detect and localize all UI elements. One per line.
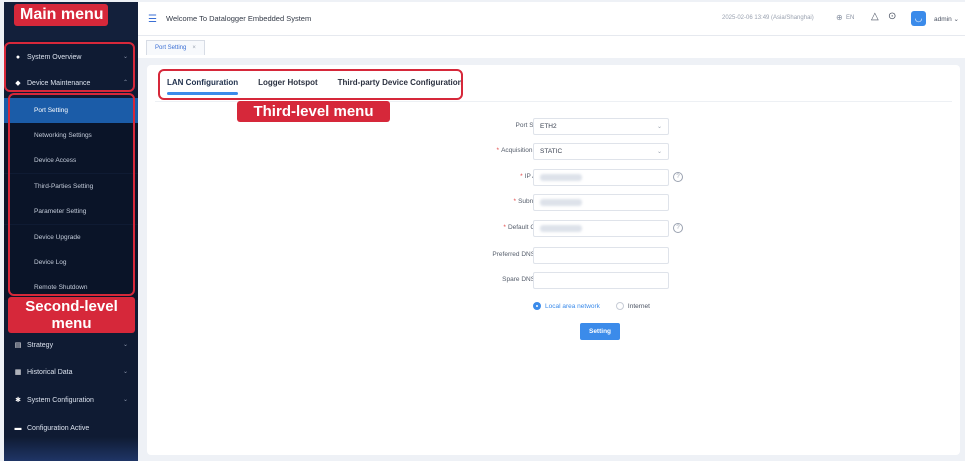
main-menu-annotation: Main menu: [14, 4, 108, 26]
user-name: admin: [934, 16, 952, 23]
third-level-menu-highlight: [158, 69, 463, 100]
content-card: LAN Configuration Logger Hotspot Third-p…: [147, 65, 960, 455]
header-datetime: 2025-02-06 13:49 (Asia/Shanghai): [722, 15, 814, 21]
third-level-menu-annotation: Third-level menu: [237, 101, 390, 122]
close-icon[interactable]: ×: [192, 45, 196, 51]
app-window: ● System Overview ⌄ ◆ Device Maintenance…: [0, 0, 965, 461]
required-marker: *: [513, 198, 517, 205]
radio-internet[interactable]: Internet: [615, 302, 650, 310]
main-menu-highlight: [4, 42, 135, 92]
tab-port-setting[interactable]: Port Setting ×: [146, 40, 205, 55]
acquisition-method-select[interactable]: STATIC ⌄: [533, 143, 669, 160]
tab-label: Port Setting: [155, 45, 187, 51]
default-gateway-input[interactable]: [533, 220, 669, 237]
sidebar-item-label: Historical Data: [27, 368, 73, 376]
sidebar-item-strategy[interactable]: ▤ Strategy ⌄: [4, 332, 138, 358]
redacted-value: [540, 174, 582, 181]
required-marker: *: [496, 147, 500, 154]
chevron-down-icon: ⌄: [953, 16, 959, 23]
top-header: ☰ Welcome To Datalogger Embedded System …: [138, 2, 965, 36]
chevron-down-icon: ⌄: [122, 342, 128, 348]
subnet-mask-row: *Subnet Mask: [377, 194, 697, 211]
radio-local-area-network[interactable]: Local area network: [533, 302, 600, 310]
acquisition-method-row: * Acquisition Method STATIC ⌄: [377, 143, 697, 160]
port-selection-row: Port Selection ETH2 ⌄: [377, 118, 697, 135]
header-title: Welcome To Datalogger Embedded System: [166, 14, 312, 23]
active-icon: ▬: [14, 424, 22, 432]
subnet-mask-input[interactable]: [533, 194, 669, 211]
required-marker: *: [503, 224, 506, 231]
radio-label: Local area network: [545, 302, 600, 310]
history-icon: ▦: [14, 369, 22, 376]
second-level-menu-annotation: Second-level menu: [8, 297, 135, 333]
help-icon[interactable]: ?: [673, 172, 683, 182]
preferred-dns-row: Preferred DNS Server: [377, 247, 697, 264]
settings-icon[interactable]: ⊙: [888, 11, 896, 22]
chevron-down-icon: ⌄: [122, 369, 128, 375]
sidebar-item-label: Configuration Active: [27, 424, 90, 432]
language-label[interactable]: EN: [846, 15, 854, 21]
required-marker: *: [520, 173, 523, 180]
network-type-radio-group: Local area network Internet: [533, 302, 650, 310]
ip-address-input[interactable]: [533, 169, 669, 186]
chevron-down-icon: ⌄: [656, 149, 662, 155]
strategy-icon: ▤: [14, 342, 22, 349]
redacted-value: [540, 225, 582, 232]
sidebar-footer: [4, 437, 138, 461]
port-selection-select[interactable]: ETH2 ⌄: [533, 118, 669, 135]
radio-dot: [615, 302, 624, 310]
sidebar-item-label: Strategy: [27, 341, 54, 349]
ip-address-row: *IP Address ?: [377, 169, 697, 186]
user-menu[interactable]: admin ⌄: [934, 15, 959, 23]
sidebar-item-system-configuration[interactable]: ✱ System Configuration ⌄: [4, 387, 138, 413]
page-tabs-bar: Port Setting ×: [138, 36, 965, 58]
avatar[interactable]: ◡: [911, 11, 926, 26]
spare-dns-input[interactable]: [533, 272, 669, 289]
preferred-dns-input[interactable]: [533, 247, 669, 264]
sidebar-item-label: System Configuration: [27, 396, 94, 404]
menu-toggle-icon[interactable]: ☰: [148, 14, 157, 25]
setting-button[interactable]: Setting: [580, 323, 620, 340]
help-icon[interactable]: ?: [673, 223, 683, 233]
select-value: STATIC: [540, 148, 563, 155]
chevron-down-icon: ⌄: [656, 124, 662, 130]
globe-icon[interactable]: ⊕: [836, 13, 843, 22]
chevron-down-icon: ⌄: [122, 397, 128, 403]
spare-dns-row: Spare DNS Server: [377, 272, 697, 289]
default-gateway-row: * Default Gateway ?: [377, 220, 697, 237]
radio-label: Internet: [627, 302, 650, 310]
radio-dot: [533, 302, 541, 310]
sidebar-item-historical-data[interactable]: ▦ Historical Data ⌄: [4, 359, 138, 385]
bell-icon[interactable]: △: [871, 11, 879, 22]
redacted-value: [540, 199, 582, 206]
second-level-menu-highlight: [8, 93, 135, 296]
config-icon: ✱: [15, 397, 21, 404]
select-value: ETH2: [540, 123, 557, 130]
